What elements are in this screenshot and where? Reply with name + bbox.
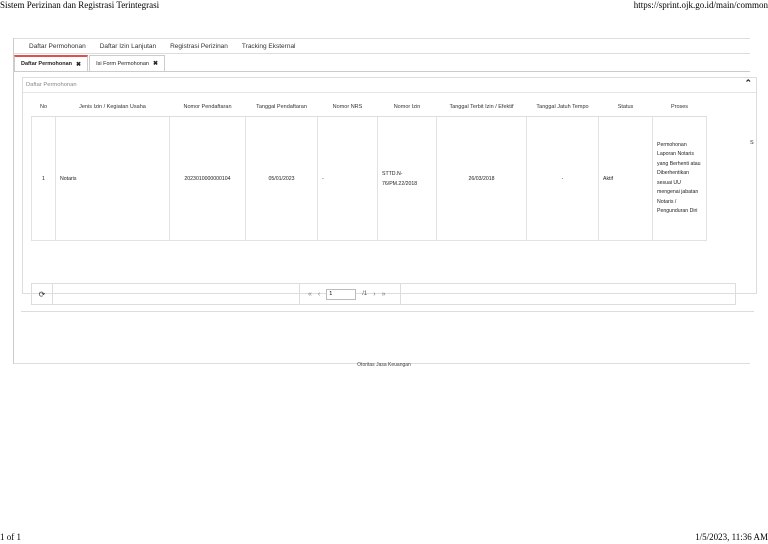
- col-header-proses[interactable]: Proses: [652, 98, 707, 117]
- col-header-truncated: S: [750, 140, 754, 146]
- col-header-tanggal-terbit[interactable]: Tanggal Terbit Izin / Efektif: [436, 98, 527, 117]
- col-header-nomor-pendaftaran[interactable]: Nomor Pendaftaran: [169, 98, 246, 117]
- divider: [21, 311, 754, 312]
- table-header-row: No Jenis Izin / Kegiatan Usaha Nomor Pen…: [31, 98, 707, 117]
- page-number-input[interactable]: [326, 288, 357, 300]
- chevron-up-icon[interactable]: ⌃: [744, 78, 752, 89]
- print-footer-page: 1 of 1: [0, 532, 21, 542]
- cell-proses: Permohonan Laporan Notaris yang Berhenti…: [652, 116, 707, 241]
- nav-daftar-izin-lanjutan[interactable]: Daftar Izin Lanjutan: [93, 43, 163, 50]
- nav-daftar-permohonan[interactable]: Daftar Permohonan: [14, 43, 93, 50]
- print-header-url: https://sprint.ojk.go.id/main/common: [633, 0, 768, 10]
- next-page-button[interactable]: ›: [373, 291, 375, 298]
- table-pager: ⟳ « ‹ /1 › »: [31, 283, 736, 305]
- last-page-button[interactable]: »: [382, 291, 386, 298]
- col-header-nomor-izin[interactable]: Nomor Izin: [377, 98, 437, 117]
- col-header-jenis-izin[interactable]: Jenis Izin / Kegiatan Usaha: [55, 98, 170, 117]
- cell-nomor-izin: STTD.N-76/PM.22/2018: [377, 116, 437, 241]
- cell-tanggal-terbit: 26/03/2018: [436, 116, 527, 241]
- top-navigation: Daftar Permohonan Daftar Izin Lanjutan R…: [14, 38, 750, 54]
- nav-registrasi-perizinan[interactable]: Registrasi Perizinan: [163, 43, 235, 50]
- cell-nomor-nrs: -: [317, 116, 378, 241]
- tab-bar: Daftar Permohonan ✖ Isi Form Permohonan …: [14, 54, 750, 72]
- col-header-status[interactable]: Status: [598, 98, 653, 117]
- pager-nav: « ‹ /1 › »: [300, 288, 394, 300]
- tab-label: Isi Form Permohonan: [96, 60, 149, 67]
- cell-jenis-izin: Notaris: [55, 116, 170, 241]
- daftar-permohonan-panel: Daftar Permohonan ⌃ No Jenis Izin / Kegi…: [21, 77, 757, 312]
- col-header-no[interactable]: No: [31, 98, 56, 117]
- cell-tanggal-pendaftaran: 05/01/2023: [245, 116, 318, 241]
- tab-isi-form-permohonan[interactable]: Isi Form Permohonan ✖: [89, 55, 165, 71]
- prev-page-button[interactable]: ‹: [318, 291, 320, 298]
- col-header-tanggal-pendaftaran[interactable]: Tanggal Pendaftaran: [245, 98, 318, 117]
- col-header-nomor-nrs[interactable]: Nomor NRS: [317, 98, 378, 117]
- footer-text: Otoritas Jasa Keuangan: [357, 362, 411, 368]
- first-page-button[interactable]: «: [308, 291, 312, 298]
- print-header-title: Sistem Perizinan dan Registrasi Terinteg…: [0, 0, 160, 10]
- refresh-icon[interactable]: ⟳: [32, 284, 53, 304]
- tab-daftar-permohonan[interactable]: Daftar Permohonan ✖: [14, 55, 89, 71]
- table-row[interactable]: 1 Notaris 2023010000000104 05/01/2023 - …: [31, 116, 707, 241]
- cell-status: Aktif: [598, 116, 653, 241]
- permohonan-table: No Jenis Izin / Kegiatan Usaha Nomor Pen…: [31, 98, 707, 241]
- panel-header: Daftar Permohonan ⌃: [23, 78, 756, 93]
- nav-tracking-eksternal[interactable]: Tracking Eksternal: [235, 43, 303, 50]
- cell-nomor-pendaftaran: 2023010000000104: [169, 116, 246, 241]
- close-icon[interactable]: ✖: [76, 61, 81, 68]
- tab-label: Daftar Permohonan: [21, 61, 73, 67]
- app-window: Daftar Permohonan Daftar Izin Lanjutan R…: [13, 38, 757, 364]
- cell-tanggal-jatuh-tempo: -: [526, 116, 599, 241]
- pager-right-area: [399, 284, 735, 304]
- cell-no: 1: [31, 116, 56, 241]
- panel-title: Daftar Permohonan: [26, 82, 77, 88]
- close-icon[interactable]: ✖: [153, 60, 158, 67]
- col-header-tanggal-jatuh-tempo[interactable]: Tanggal Jatuh Tempo: [526, 98, 599, 117]
- page-count-label: /1: [362, 291, 368, 297]
- print-footer-datetime: 1/5/2023, 11:36 AM: [695, 532, 768, 542]
- pager-left-area: [53, 284, 300, 304]
